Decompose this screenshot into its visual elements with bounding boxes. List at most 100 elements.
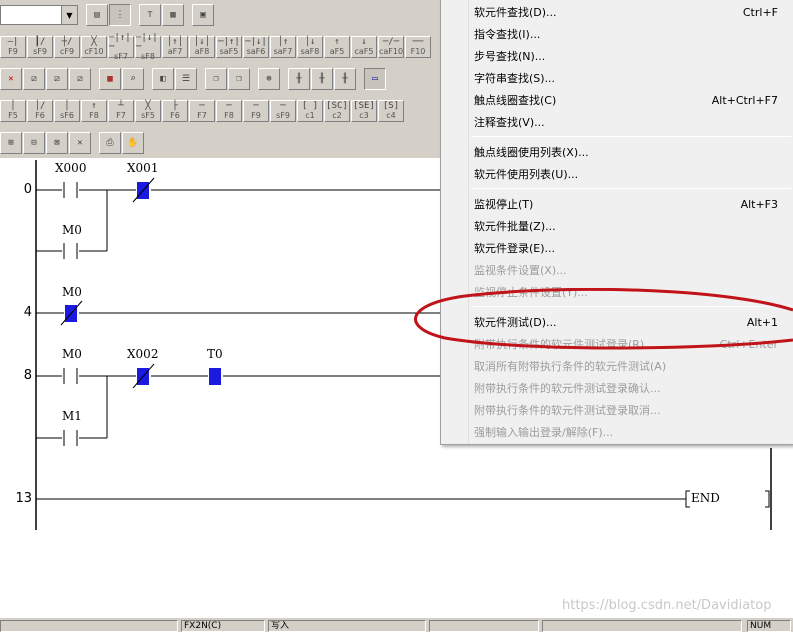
menu-item[interactable]: 软元件登录(E)... [441,238,793,260]
toolbar-key-saf6[interactable]: ─|↓| saF6 [243,36,269,58]
toolbar-key-c4[interactable]: [S] c4 [378,100,404,122]
menu-item[interactable]: 字符串查找(S)... [441,68,793,90]
device-grid-button[interactable]: ▦ [99,68,121,90]
block-combo[interactable]: ▼ [0,5,78,25]
menu-item[interactable]: 指令查找(I)... [441,24,793,46]
rung-13[interactable] [36,490,770,508]
ladder-c-button[interactable]: ╫ [334,68,356,90]
menu-item[interactable]: 触点线圈查找(C) Alt+Ctrl+F7 [441,90,793,112]
menu-item[interactable]: 注释查找(V)... [441,112,793,134]
menu-item[interactable]: 软元件查找(D)... Ctrl+F [441,2,793,24]
toolbar-key-saf5[interactable]: ─|↑| saF5 [216,36,242,58]
menu-item[interactable]: 软元件测试(D)... Alt+1 [441,312,793,334]
ladder-a-button[interactable]: ╫ [288,68,310,90]
toolbar-key-saf8[interactable]: │↓ saF8 [297,36,323,58]
menu-item[interactable]: 监视停止(T) Alt+F3 [441,194,793,216]
rung-8[interactable] [36,363,440,446]
toolbar-key-sf6[interactable]: │ sF6 [54,100,80,122]
rung-0[interactable] [36,177,440,259]
comment-icon: ▣ [200,9,206,20]
key-glyph-icon: [ ] [301,101,319,111]
edit-coil-button[interactable]: ⧄ [46,68,68,90]
menu-item-label: 附带执行条件的软元件测试登录取消... [474,404,661,417]
toolbar-key-c1[interactable]: [ ] c1 [297,100,323,122]
delete-button[interactable]: ✕ [69,132,91,154]
ladder-a-icon: ╫ [296,73,302,84]
toolbar-key-c2[interactable]: [SC] c2 [324,100,350,122]
toolbar-key-cf9[interactable]: ┼/cF9 [54,36,80,58]
screen-icon: ▭ [372,73,378,84]
toolbar-key-sf7[interactable]: ─|↑|─ sF7 [108,33,134,61]
key-glyph-icon: ─|↓| [245,37,267,47]
hand-button[interactable]: ✋ [122,132,144,154]
monitor-search-button[interactable]: ⊛ [258,68,280,90]
toolbar-key-f9[interactable]: ─ F9 [243,100,269,122]
hand-icon: ✋ [127,137,139,148]
toolbar-key-f6[interactable]: ├ F6 [162,100,188,122]
toolbar-key-af8[interactable]: │↓│ aF8 [189,36,215,58]
toolbar-key-f8[interactable]: ↑ F8 [81,100,107,122]
key-label: caF5 [354,47,374,56]
write-button[interactable]: ⊟ [23,132,45,154]
key-glyph-icon: [SC] [326,101,348,111]
print-icon: ⎙ [106,137,114,148]
menu-item[interactable]: 软元件使用列表(U)... [441,164,793,186]
toolbar-key-saf7[interactable]: │↑ saF7 [270,36,296,58]
device-label-m0: M0 [62,285,82,299]
toolbar-key-f7[interactable]: ─ F7 [189,100,215,122]
ladder-b-button[interactable]: ╫ [311,68,333,90]
menu-item-shortcut: Ctrl+F [742,6,778,19]
comment-button[interactable]: ▣ [192,4,214,26]
toolbar-key-caf5[interactable]: ↓ caF5 [351,36,377,58]
key-label: F7 [116,111,126,120]
list-view-button[interactable]: ⋮ [109,4,131,26]
ladder-view-button[interactable]: ▤ [86,4,108,26]
verify-button[interactable]: ⊠ [46,132,68,154]
menu-item-label: 附带执行条件的软元件测试登录(R)... [474,338,655,351]
window-button[interactable]: ❐ [205,68,227,90]
edit-contact-button[interactable]: ⧄ [23,68,45,90]
key-label: F5 [8,111,18,120]
step-button[interactable]: ◧ [152,68,174,90]
key-glyph-icon: ─|↓|─ [136,32,158,52]
sfc-button[interactable]: ⊤ [139,4,161,26]
toolbar-key-sf9[interactable]: ┃/sF9 [27,36,53,58]
toolbar-key-c3[interactable]: [SE] c3 [351,100,377,122]
toolbar-key-f7[interactable]: ┴ F7 [108,100,134,122]
menu-item[interactable]: 触点线圈使用列表(X)... [441,142,793,164]
menu-item: 强制输入输出登录/解除(F)... [441,422,793,444]
step-list-button[interactable]: ☰ [175,68,197,90]
context-menu: 软元件查找(D)... Ctrl+F 指令查找(I)... 步号查找(N)... 字符串… [440,0,793,445]
screen-button[interactable]: ▭ [364,68,386,90]
key-label: aF7 [167,47,183,56]
toolbar-key-sf5[interactable]: ╳ sF5 [135,100,161,122]
menu-item[interactable]: 软元件批量(Z)... [441,216,793,238]
menu-item-label: 触点线圈查找(C) [474,94,557,107]
print-button[interactable]: ⎙ [99,132,121,154]
monitor-button[interactable]: ▦ [162,4,184,26]
toolbar-key-sf9[interactable]: ─ sF9 [270,100,296,122]
toolbar-key-cf10[interactable]: ╳ cF10 [81,36,107,58]
step-number: 13 [15,491,32,506]
close-icon[interactable]: ✕ [0,68,22,90]
rung-4[interactable] [36,300,440,326]
toolbar-key-f10[interactable]: ── F10 [405,36,431,58]
toolbar-key-f6[interactable]: │/F6 [27,100,53,122]
menu-item[interactable]: 步号查找(N)... [441,46,793,68]
toolbar-key-af7[interactable]: │↑│ aF7 [162,36,188,58]
toolbar-key-af5[interactable]: ↑ aF5 [324,36,350,58]
step-list-icon: ☰ [181,73,191,84]
read-button[interactable]: ⊞ [0,132,22,154]
search-button[interactable]: ⌕ [122,68,144,90]
contact-t0[interactable] [209,368,221,385]
combo-dropdown-icon[interactable]: ▼ [61,6,77,24]
toolbar-key-sf8[interactable]: ─|↓|─ sF8 [135,32,161,61]
toolbar-key-caf10[interactable]: ─/─ caF10 [378,36,404,58]
toolbar-key-f9[interactable]: —| F9 [0,36,26,58]
edit-instr-button[interactable]: ⧄ [69,68,91,90]
key-label: sF8 [141,51,155,61]
windows-button[interactable]: ❐ [228,68,250,90]
menu-separator [471,306,791,307]
toolbar-key-f8[interactable]: ─ F8 [216,100,242,122]
toolbar-key-f5[interactable]: │ F5 [0,100,26,122]
